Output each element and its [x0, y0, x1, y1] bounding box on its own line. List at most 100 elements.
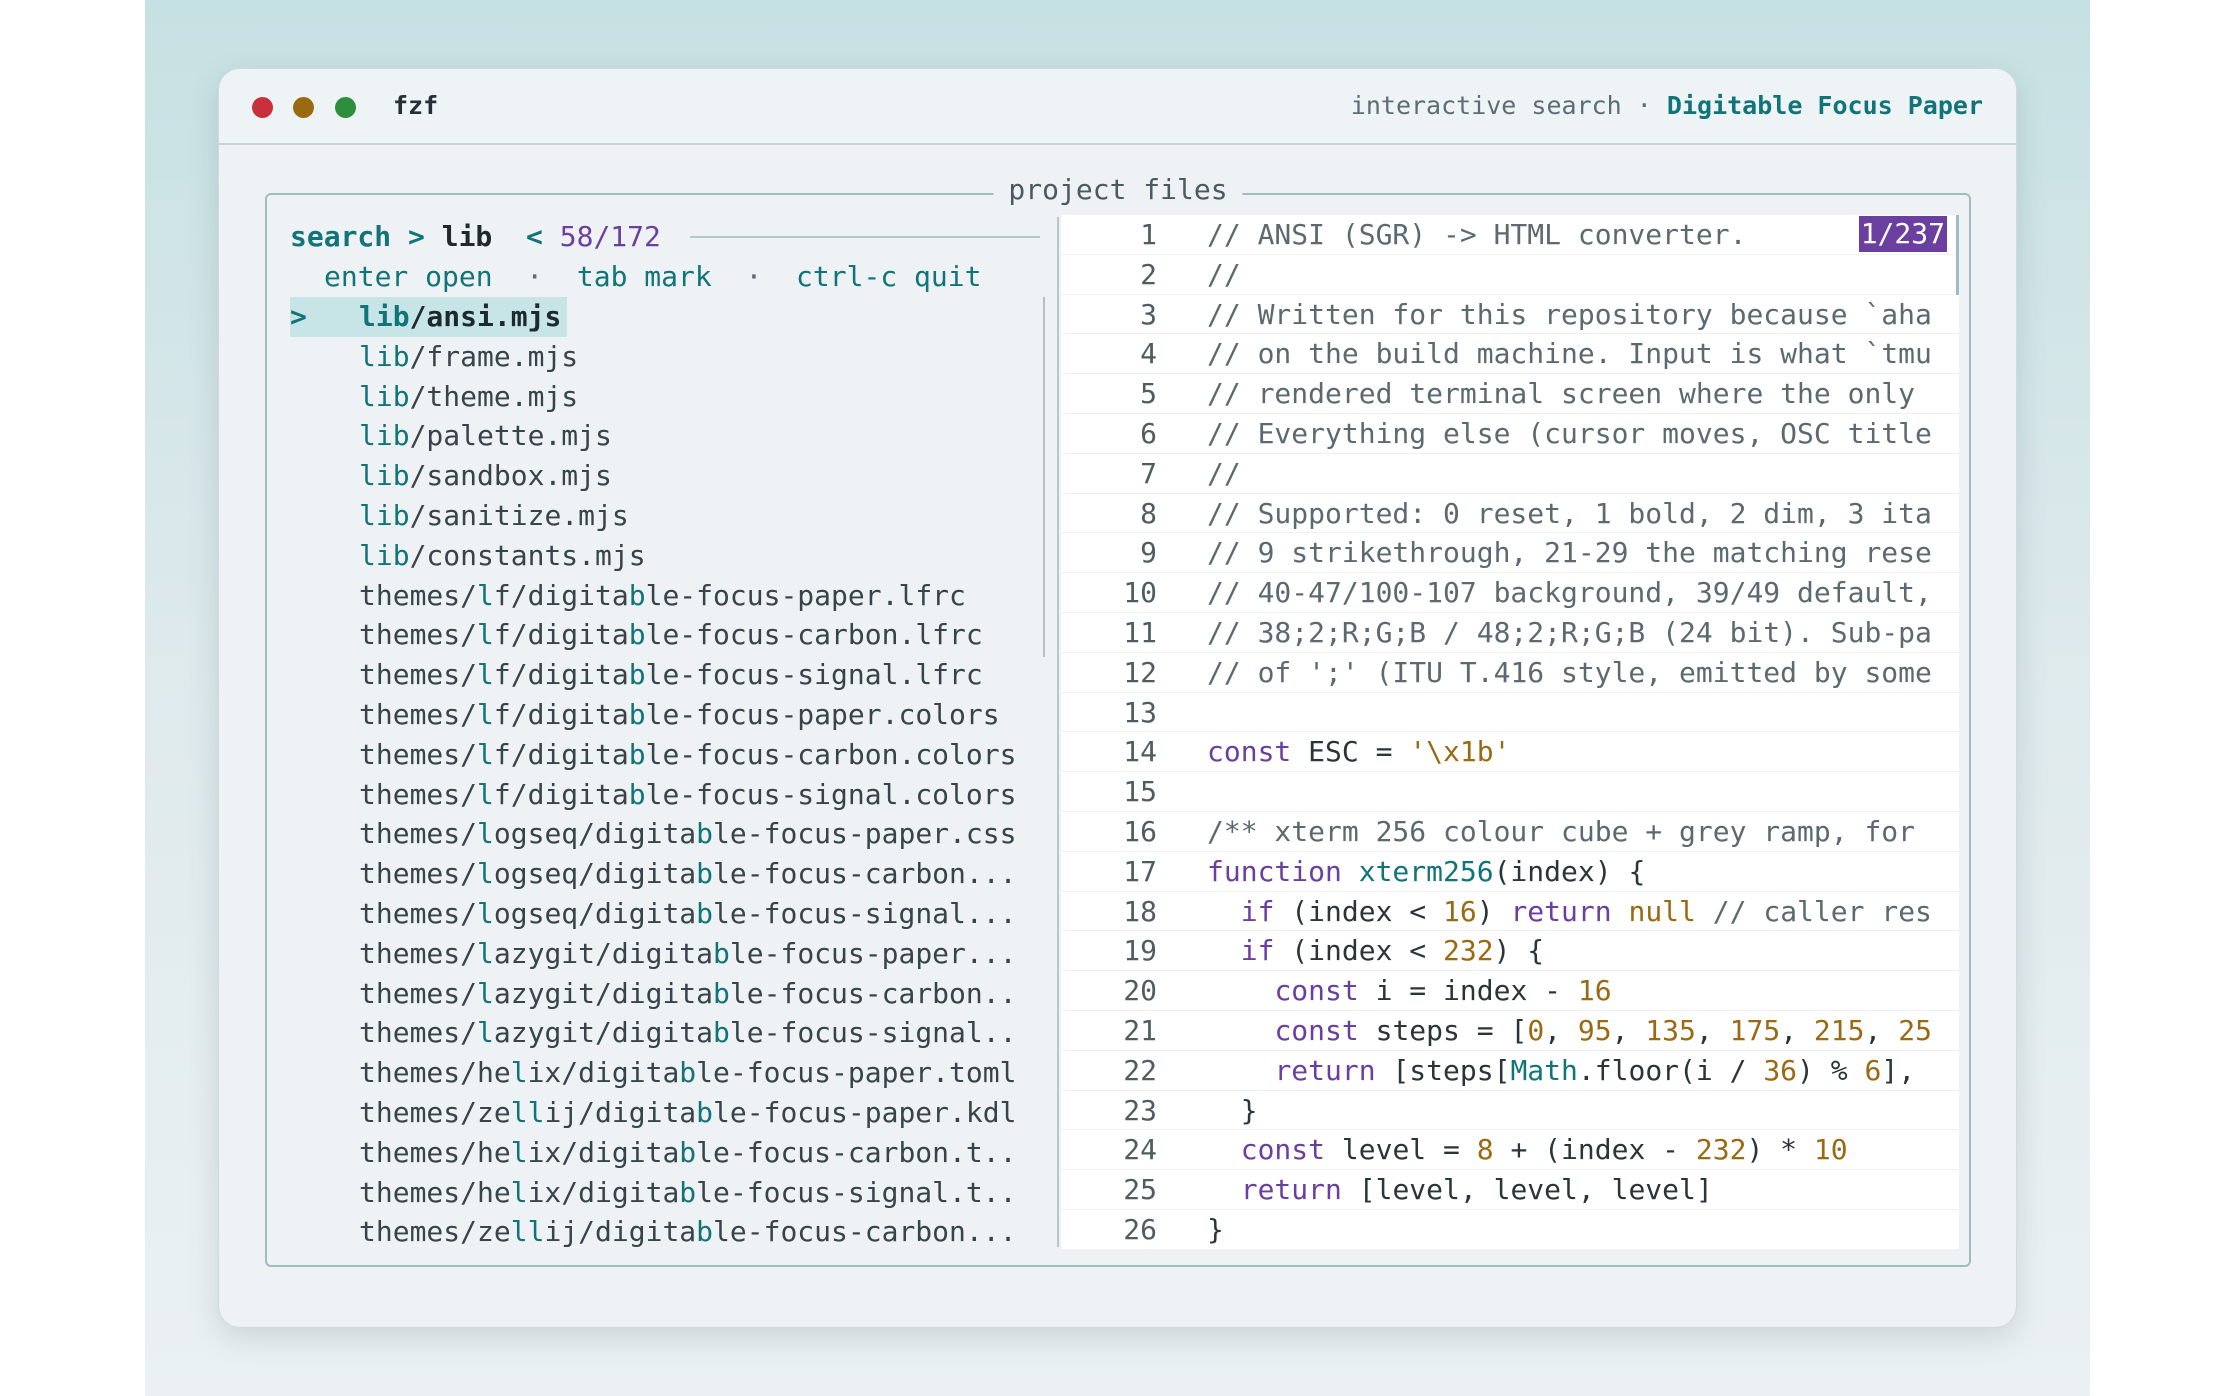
- result-item[interactable]: themes/lazygit/digitable-focus-carbon..: [290, 974, 1030, 1014]
- code-token: [level, level, level]: [1341, 1173, 1713, 1207]
- path-text: themes/: [359, 697, 478, 731]
- code-token: ) *: [1746, 1133, 1814, 1167]
- code-text: // 40-47/100-107 background, 39/49 defau…: [1207, 573, 1932, 612]
- code-text: if (index < 16) return null // caller re…: [1207, 892, 1932, 931]
- path-text: themes/ze: [359, 1095, 511, 1129]
- results-scrollbar[interactable]: [1043, 297, 1045, 657]
- code-token: 8: [1476, 1133, 1494, 1167]
- code-token: // 9 strikethrough, 21-29 the matching r…: [1207, 536, 1932, 570]
- result-item[interactable]: lib/frame.mjs: [290, 337, 1030, 377]
- code-token: xterm256: [1358, 854, 1494, 888]
- result-item[interactable]: themes/lf/digitable-focus-carbon.colors: [290, 735, 1030, 775]
- result-path: themes/lf/digitable-focus-carbon.colors: [359, 735, 1016, 775]
- code-text: const level = 8 + (index - 232) * 10: [1207, 1130, 1848, 1169]
- code-text: // rendered terminal screen where the on…: [1207, 374, 1915, 413]
- count-marker: <: [526, 220, 543, 253]
- path-text: le-focus-signal.t..: [696, 1175, 1017, 1209]
- theme-name: Digitable Focus Paper: [1666, 91, 1983, 120]
- preview-line: 16 /** xterm 256 colour cube + grey ramp,…: [1061, 811, 1959, 852]
- line-number: 23: [1123, 1093, 1157, 1127]
- result-item[interactable]: lib/constants.mjs: [290, 536, 1030, 576]
- match-highlight: b: [696, 817, 714, 851]
- code-text: }: [1207, 1210, 1224, 1249]
- result-item[interactable]: themes/lf/digitable-focus-carbon.lfrc: [290, 615, 1030, 655]
- path-text: f/digita: [493, 658, 629, 692]
- path-text: azygit/digita: [493, 976, 714, 1010]
- minimize-window-button[interactable]: [293, 97, 314, 118]
- result-item[interactable]: lib/palette.mjs: [290, 416, 1030, 456]
- code-text: return [steps[Math.floor(i / 36) % 6],: [1207, 1051, 1915, 1090]
- match-highlight: lib: [359, 459, 410, 493]
- path-text: le-focus-carbon.t..: [696, 1135, 1017, 1169]
- code-token: /** xterm 256 colour cube + grey ramp, f…: [1207, 814, 1916, 848]
- result-item[interactable]: themes/lf/digitable-focus-paper.colors: [290, 695, 1030, 735]
- path-text: /sanitize.mjs: [409, 498, 629, 532]
- path-text: ij/digita: [544, 1215, 697, 1249]
- result-path: themes/helix/digitable-focus-carbon.t..: [359, 1133, 1016, 1173]
- result-item[interactable]: themes/zellij/digitable-focus-carbon...: [290, 1212, 1030, 1252]
- search-input[interactable]: lib: [442, 220, 493, 253]
- close-window-button[interactable]: [252, 97, 273, 118]
- result-item[interactable]: themes/helix/digitable-focus-signal.t..: [290, 1173, 1030, 1213]
- preview-scrollbar[interactable]: [1956, 215, 1959, 295]
- code-token: 36: [1763, 1053, 1798, 1087]
- code-token: (index <: [1274, 934, 1444, 968]
- match-highlight: l: [477, 578, 494, 612]
- search-prompt[interactable]: search > lib < 58/172: [290, 217, 661, 257]
- result-path: themes/lf/digitable-focus-carbon.lfrc: [359, 615, 983, 655]
- result-item[interactable]: themes/lf/digitable-focus-paper.lfrc: [290, 576, 1030, 616]
- match-highlight: lib: [359, 339, 410, 373]
- match-highlight: b: [696, 1215, 714, 1249]
- path-text: ogseq/digita: [493, 896, 697, 930]
- result-item[interactable]: themes/helix/digitable-focus-paper.toml: [290, 1053, 1030, 1093]
- code-token: ,: [1544, 1013, 1578, 1047]
- result-item[interactable]: themes/logseq/digitable-focus-paper.css: [290, 814, 1030, 854]
- result-item[interactable]: themes/logseq/digitable-focus-signal...: [290, 894, 1030, 934]
- result-path: themes/lf/digitable-focus-paper.colors: [359, 695, 1000, 735]
- code-token: // of ';' (ITU T.416 style, emitted by s…: [1207, 655, 1932, 689]
- preview-pane: 1/237 1// ANSI (SGR) -> HTML converter. 2…: [1061, 215, 1967, 1250]
- maximize-window-button[interactable]: [335, 97, 356, 118]
- match-highlight: lib: [359, 498, 410, 532]
- line-number: 13: [1123, 695, 1157, 729]
- code-token: const: [1274, 1013, 1359, 1047]
- path-text: azygit/digita: [493, 1016, 714, 1050]
- result-item[interactable]: themes/lf/digitable-focus-signal.colors: [290, 775, 1030, 815]
- result-item[interactable]: themes/helix/digitable-focus-carbon.t..: [290, 1133, 1030, 1173]
- code-token: 25: [1898, 1013, 1932, 1047]
- result-item[interactable]: lib/sandbox.mjs: [290, 456, 1030, 496]
- line-number: 14: [1123, 735, 1157, 769]
- window-subtitle: interactive search: [1350, 91, 1622, 120]
- result-item[interactable]: themes/zellij/digitable-focus-paper.kdl: [290, 1093, 1030, 1133]
- code-token: }: [1207, 1212, 1224, 1246]
- path-text: ix/digita: [527, 1135, 680, 1169]
- result-path: lib/constants.mjs: [359, 536, 646, 576]
- result-item[interactable]: themes/lazygit/digitable-focus-signal..: [290, 1013, 1030, 1053]
- path-text: themes/: [359, 976, 478, 1010]
- code-token: ,: [1780, 1013, 1814, 1047]
- code-token: ,: [1611, 1013, 1646, 1047]
- prompt-rule: [690, 236, 1040, 238]
- code-token: (index <: [1274, 894, 1444, 928]
- result-item[interactable]: lib/sanitize.mjs: [290, 496, 1030, 536]
- result-item[interactable]: themes/logseq/digitable-focus-carbon...: [290, 854, 1030, 894]
- result-path: themes/lazygit/digitable-focus-carbon..: [359, 974, 1016, 1014]
- match-highlight: b: [628, 618, 646, 652]
- code-token: //: [1207, 257, 1241, 291]
- result-item-selected[interactable]: > lib/ansi.mjs: [290, 297, 567, 337]
- help-separator: ·: [745, 260, 763, 293]
- result-item[interactable]: themes/lf/digitable-focus-signal.lfrc: [290, 655, 1030, 695]
- match-highlight: b: [713, 976, 730, 1010]
- path-text: themes/: [359, 658, 478, 692]
- result-item[interactable]: lib/theme.mjs: [290, 377, 1030, 417]
- line-number: 26: [1123, 1212, 1157, 1246]
- path-text: themes/: [359, 857, 478, 891]
- match-highlight: b: [679, 1056, 697, 1090]
- preview-line: 11 // 38;2;R;G;B / 48;2;R;G;B (24 bit). S…: [1061, 612, 1959, 653]
- result-item[interactable]: themes/lazygit/digitable-focus-paper...: [290, 934, 1030, 974]
- result-path: themes/helix/digitable-focus-signal.t..: [359, 1173, 1016, 1213]
- code-token: ): [1476, 894, 1511, 928]
- code-token: return: [1240, 1173, 1342, 1207]
- line-number: 7: [1140, 456, 1157, 490]
